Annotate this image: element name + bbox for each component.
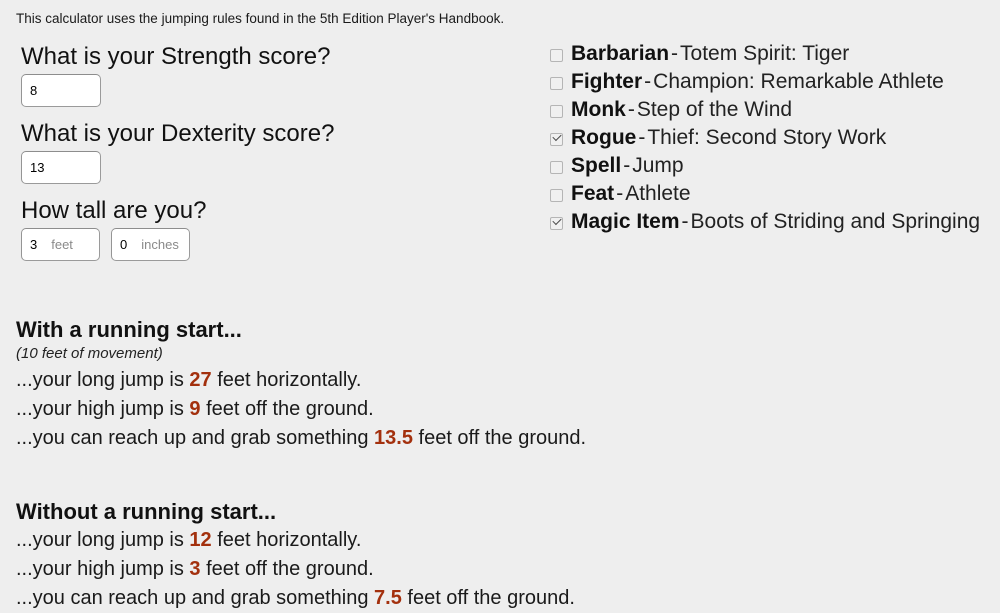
- checkbox-icon-barbarian[interactable]: [550, 48, 563, 62]
- height-inches-value: 0: [120, 237, 128, 252]
- option-name-monk: Monk: [571, 98, 626, 121]
- standing-high-jump-prefix: ...your high jump is: [16, 558, 190, 580]
- option-desc-monk: Step of the Wind: [636, 98, 793, 121]
- option-separator-magic-item: -: [681, 210, 689, 233]
- option-row-magic-item[interactable]: Magic Item - Boots of Striding and Sprin…: [550, 208, 996, 236]
- standing-high-jump-line: ...your high jump is 3 feet off the grou…: [16, 555, 976, 584]
- height-field-row: 3 feet 0 inches: [21, 228, 536, 261]
- running-long-jump-line: ...your long jump is 27 feet horizontall…: [16, 366, 976, 395]
- option-row-spell[interactable]: Spell - Jump: [550, 152, 996, 180]
- jump-modifier-options: Barbarian - Totem Spirit: Tiger Fighter …: [550, 40, 996, 236]
- standing-reach-value: 7.5: [374, 587, 402, 609]
- checkbox-icon-feat[interactable]: [550, 188, 563, 202]
- running-long-jump-prefix: ...your long jump is: [16, 369, 190, 391]
- dexterity-label: What is your Dexterity score?: [21, 120, 335, 147]
- height-inches-input[interactable]: 0 inches: [111, 228, 190, 261]
- height-feet-value: 3: [30, 237, 38, 252]
- running-long-jump-suffix: feet horizontally.: [211, 369, 362, 391]
- option-row-rogue[interactable]: Rogue - Thief: Second Story Work: [550, 124, 996, 152]
- standing-high-jump-suffix: feet off the ground.: [200, 558, 374, 580]
- running-high-jump-value: 9: [189, 398, 201, 420]
- standing-reach-suffix: feet off the ground.: [401, 587, 575, 609]
- height-inches-unit-label: inches: [141, 237, 179, 252]
- results-running-start: With a running start... (10 feet of move…: [16, 315, 976, 453]
- option-name-fighter: Fighter: [571, 70, 643, 93]
- results-block-spacer: [16, 453, 976, 497]
- option-desc-fighter: Champion: Remarkable Athlete: [653, 70, 944, 93]
- checkbox-icon-rogue[interactable]: [550, 132, 563, 146]
- option-desc-magic-item: Boots of Striding and Springing: [690, 210, 981, 233]
- strength-input-value: 8: [30, 83, 38, 98]
- option-separator-feat: -: [616, 182, 624, 205]
- option-desc-spell: Jump: [632, 154, 684, 177]
- running-long-jump-value: 27: [189, 369, 212, 391]
- option-row-monk[interactable]: Monk - Step of the Wind: [550, 96, 996, 124]
- height-feet-unit-label: feet: [51, 237, 73, 252]
- dexterity-field-row: 13: [21, 151, 536, 184]
- standing-reach-line: ...you can reach up and grab something 7…: [16, 584, 976, 613]
- standing-high-jump-value: 3: [189, 558, 201, 580]
- option-name-feat: Feat: [571, 182, 615, 205]
- strength-input[interactable]: 8: [21, 74, 101, 107]
- results-standing-start: Without a running start... ...your long …: [16, 497, 976, 613]
- option-desc-barbarian: Totem Spirit: Tiger: [680, 42, 850, 65]
- option-separator-barbarian: -: [671, 42, 679, 65]
- option-row-feat[interactable]: Feat - Athlete: [550, 180, 996, 208]
- option-name-barbarian: Barbarian: [571, 42, 670, 65]
- running-reach-prefix: ...you can reach up and grab something: [16, 427, 375, 449]
- standing-reach-prefix: ...you can reach up and grab something: [16, 587, 375, 609]
- option-name-magic-item: Magic Item: [571, 210, 680, 233]
- running-reach-line: ...you can reach up and grab something 1…: [16, 424, 976, 453]
- option-name-spell: Spell: [571, 154, 622, 177]
- option-separator-rogue: -: [638, 126, 646, 149]
- standing-long-jump-line: ...your long jump is 12 feet horizontall…: [16, 526, 976, 555]
- strength-field-row: 8: [21, 74, 536, 107]
- dexterity-input-value: 13: [30, 160, 45, 175]
- running-high-jump-suffix: feet off the ground.: [200, 398, 374, 420]
- running-high-jump-prefix: ...your high jump is: [16, 398, 190, 420]
- running-reach-value: 13.5: [374, 427, 413, 449]
- strength-label: What is your Strength score?: [21, 43, 331, 70]
- option-desc-rogue: Thief: Second Story Work: [647, 126, 887, 149]
- running-start-heading: With a running start...: [16, 317, 242, 342]
- intro-text: This calculator uses the jumping rules f…: [16, 11, 505, 26]
- standing-long-jump-value: 12: [189, 529, 212, 551]
- results-panel: With a running start... (10 feet of move…: [16, 315, 976, 613]
- option-row-fighter[interactable]: Fighter - Champion: Remarkable Athlete: [550, 68, 996, 96]
- height-feet-input[interactable]: 3 feet: [21, 228, 100, 261]
- standing-long-jump-suffix: feet horizontally.: [211, 529, 362, 551]
- jump-calculator-form: What is your Strength score? 8 What is y…: [16, 42, 536, 273]
- option-separator-monk: -: [627, 98, 635, 121]
- checkbox-icon-fighter[interactable]: [550, 76, 563, 90]
- standing-long-jump-prefix: ...your long jump is: [16, 529, 190, 551]
- option-separator-spell: -: [623, 154, 631, 177]
- checkbox-icon-spell[interactable]: [550, 160, 563, 174]
- option-name-rogue: Rogue: [571, 126, 637, 149]
- option-separator-fighter: -: [644, 70, 652, 93]
- running-reach-suffix: feet off the ground.: [412, 427, 587, 449]
- dexterity-input[interactable]: 13: [21, 151, 101, 184]
- checkbox-icon-magic-item[interactable]: [550, 216, 563, 230]
- checkbox-icon-monk[interactable]: [550, 104, 563, 118]
- standing-start-heading: Without a running start...: [16, 499, 277, 524]
- height-label: How tall are you?: [21, 197, 207, 224]
- running-start-subheading: (10 feet of movement): [16, 345, 163, 362]
- option-desc-feat: Athlete: [625, 182, 691, 205]
- running-high-jump-line: ...your high jump is 9 feet off the grou…: [16, 395, 976, 424]
- option-row-barbarian[interactable]: Barbarian - Totem Spirit: Tiger: [550, 40, 996, 68]
